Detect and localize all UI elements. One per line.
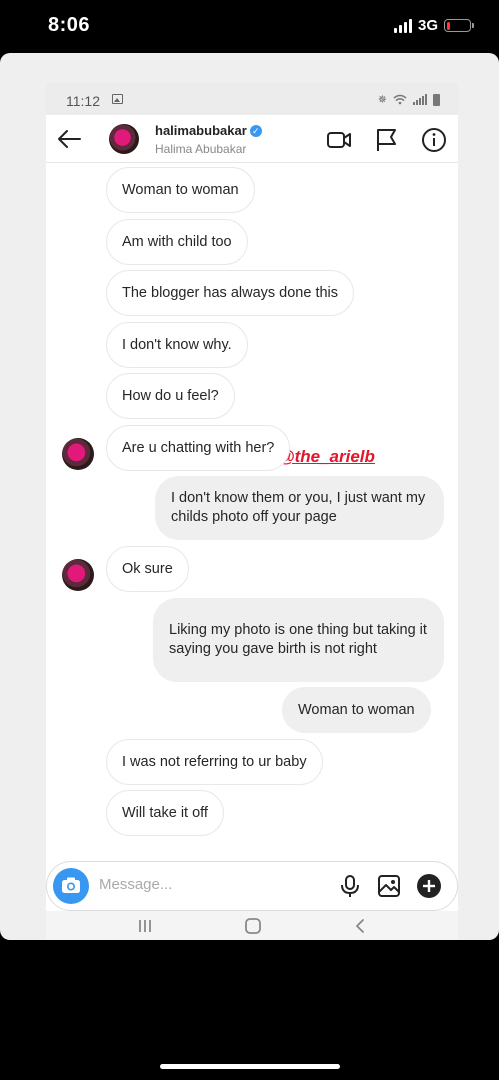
message-bubble-incoming: I was not referring to ur baby	[106, 739, 323, 785]
message-text: I don't know why.	[122, 336, 232, 353]
android-clock: 11:12	[66, 93, 100, 109]
android-nav-bar	[46, 911, 458, 940]
message-bubble-incoming: How do u feel?	[106, 373, 235, 419]
ios-home-indicator[interactable]	[160, 1064, 340, 1069]
signal-icon	[393, 18, 412, 33]
instagram-dm-screen: 11:12 ✵ halimabubakar ✓ Halima Abubakar	[46, 83, 458, 940]
message-bubble-outgoing: Woman to woman	[282, 687, 431, 733]
camera-button[interactable]	[53, 868, 89, 904]
message-bubble-incoming: Are u chatting with her?	[106, 425, 291, 471]
message-text: Ok sure	[122, 560, 173, 577]
sender-avatar[interactable]	[62, 559, 94, 591]
wifi-icon	[393, 94, 407, 105]
message-text: Liking my photo is one thing but taking …	[169, 622, 427, 657]
message-bubble-incoming: Ok sure	[106, 546, 189, 592]
info-icon[interactable]	[421, 127, 447, 153]
ios-clock: 8:06	[48, 14, 91, 36]
gallery-icon[interactable]	[376, 873, 402, 899]
message-bubble-incoming: Am with child too	[106, 219, 248, 265]
screenshot-card: 11:12 ✵ halimabubakar ✓ Halima Abubakar	[0, 53, 499, 940]
message-bubble-outgoing: Liking my photo is one thing but taking …	[153, 598, 444, 682]
message-bubble-outgoing: I don't know them or you, I just want my…	[155, 476, 444, 540]
ios-status-bar: 8:06 3G	[0, 0, 499, 54]
video-call-icon[interactable]	[326, 127, 352, 153]
message-text: Will take it off	[122, 804, 208, 821]
message-text: Are u chatting with her?	[122, 439, 275, 456]
message-text: The blogger has always done this	[122, 284, 339, 301]
home-icon[interactable]	[244, 918, 262, 934]
message-text: I was not referring to ur baby	[122, 753, 307, 770]
add-plus-icon[interactable]	[416, 873, 442, 899]
profile-full-name: Halima Abubakar	[155, 142, 247, 156]
camera-icon	[62, 877, 80, 893]
watermark-text: @the_arielb	[278, 447, 375, 466]
message-composer	[46, 861, 458, 911]
username-text: halimabubakar	[155, 123, 247, 138]
message-text: Woman to woman	[122, 181, 239, 198]
message-text: I don't know them or you, I just want my…	[171, 490, 426, 525]
android-battery-icon	[433, 93, 440, 106]
message-text: Woman to woman	[298, 701, 415, 718]
recent-apps-icon[interactable]	[136, 919, 154, 933]
android-signal-icon	[413, 94, 427, 105]
battery-level	[446, 21, 450, 30]
battery-icon	[444, 19, 474, 32]
report-flag-icon[interactable]	[373, 127, 399, 153]
sender-avatar[interactable]	[62, 438, 94, 470]
dm-header: halimabubakar ✓ Halima Abubakar	[46, 115, 458, 163]
message-bubble-incoming: I don't know why.	[106, 322, 248, 368]
message-bubble-incoming: Will take it off	[106, 790, 224, 836]
microphone-icon[interactable]	[337, 873, 363, 899]
profile-avatar[interactable]	[109, 124, 139, 154]
gallery-notification-icon	[112, 94, 123, 104]
message-bubble-incoming: The blogger has always done this	[106, 270, 355, 316]
message-text: How do u feel?	[122, 387, 219, 404]
ios-status-icons: 3G	[393, 17, 474, 34]
verified-badge-icon: ✓	[249, 124, 262, 137]
back-arrow-icon[interactable]	[56, 126, 82, 152]
android-status-bar: 11:12 ✵	[46, 83, 458, 115]
message-bubble-incoming: Woman to woman	[106, 167, 255, 213]
profile-username[interactable]: halimabubakar ✓	[155, 123, 262, 138]
network-type: 3G	[417, 17, 438, 34]
android-status-icons: ✵	[378, 93, 440, 106]
back-nav-icon[interactable]	[354, 918, 366, 934]
bluetooth-icon: ✵	[377, 94, 387, 106]
message-text: Am with child too	[122, 233, 232, 250]
message-input[interactable]	[99, 876, 329, 893]
